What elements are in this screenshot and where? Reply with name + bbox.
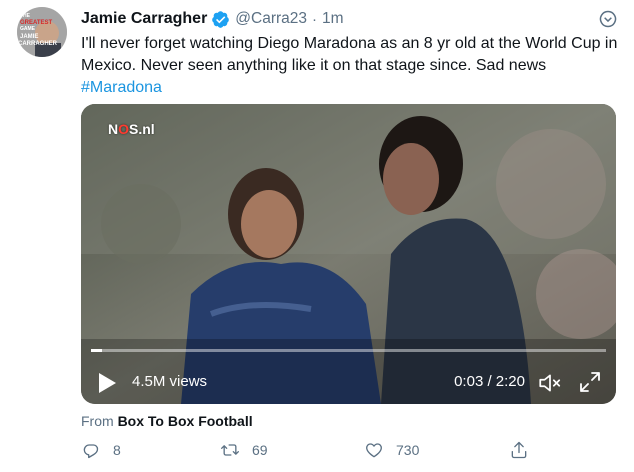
- avatar[interactable]: THE GREATEST GAME JAMIE CARRAGHER: [17, 7, 67, 57]
- separator-dot: ·: [312, 10, 318, 28]
- timestamp[interactable]: 1m: [322, 10, 344, 28]
- share-button[interactable]: [509, 440, 529, 460]
- retweet-icon: [221, 444, 239, 456]
- tweet-actions: 8 69 730: [81, 440, 621, 464]
- reply-icon: [83, 444, 99, 459]
- view-count: 4.5M views: [132, 373, 208, 390]
- video-progress-fill: [91, 349, 102, 352]
- verified-icon: [211, 10, 230, 29]
- video-player[interactable]: NOS.nl 4.5M views 0:03 / 2:20: [81, 104, 616, 404]
- tweet-body: I'll never forget watching Diego Maradon…: [81, 35, 618, 74]
- like-button[interactable]: 730: [364, 440, 419, 460]
- user-handle[interactable]: @Carra23: [235, 10, 307, 28]
- like-count: 730: [396, 442, 420, 458]
- tweet-text: I'll never forget watching Diego Maradon…: [81, 33, 621, 99]
- reply-count: 8: [113, 442, 121, 458]
- share-icon: [511, 441, 527, 459]
- retweet-button[interactable]: 69: [220, 440, 268, 460]
- video-source: From Box To Box Football: [81, 413, 253, 429]
- retweet-count: 69: [252, 442, 268, 458]
- video-frame: [81, 104, 616, 404]
- svg-text:CARRAGHER: CARRAGHER: [18, 41, 58, 47]
- source-prefix: From: [81, 413, 114, 429]
- play-icon[interactable]: [97, 372, 117, 394]
- source-link[interactable]: Box To Box Football: [118, 413, 253, 429]
- video-timecode: 0:03 / 2:20: [454, 373, 525, 390]
- mute-icon[interactable]: [537, 370, 563, 396]
- hashtag-link[interactable]: #Maradona: [81, 79, 162, 96]
- tweet[interactable]: THE GREATEST GAME JAMIE CARRAGHER Jamie …: [0, 0, 634, 472]
- reply-button[interactable]: 8: [81, 440, 121, 460]
- svg-text:GAME: GAME: [20, 26, 36, 32]
- svg-text:JAMIE: JAMIE: [20, 34, 38, 40]
- video-watermark: NOS.nl: [108, 121, 155, 137]
- tweet-header: Jamie Carragher @Carra23 · 1m: [81, 8, 344, 30]
- video-progress-bar[interactable]: [91, 349, 606, 352]
- svg-text:THE: THE: [20, 13, 31, 19]
- caret-down-icon[interactable]: [598, 9, 618, 29]
- display-name[interactable]: Jamie Carragher: [81, 10, 207, 28]
- fullscreen-icon[interactable]: [578, 370, 602, 394]
- like-icon: [366, 443, 382, 458]
